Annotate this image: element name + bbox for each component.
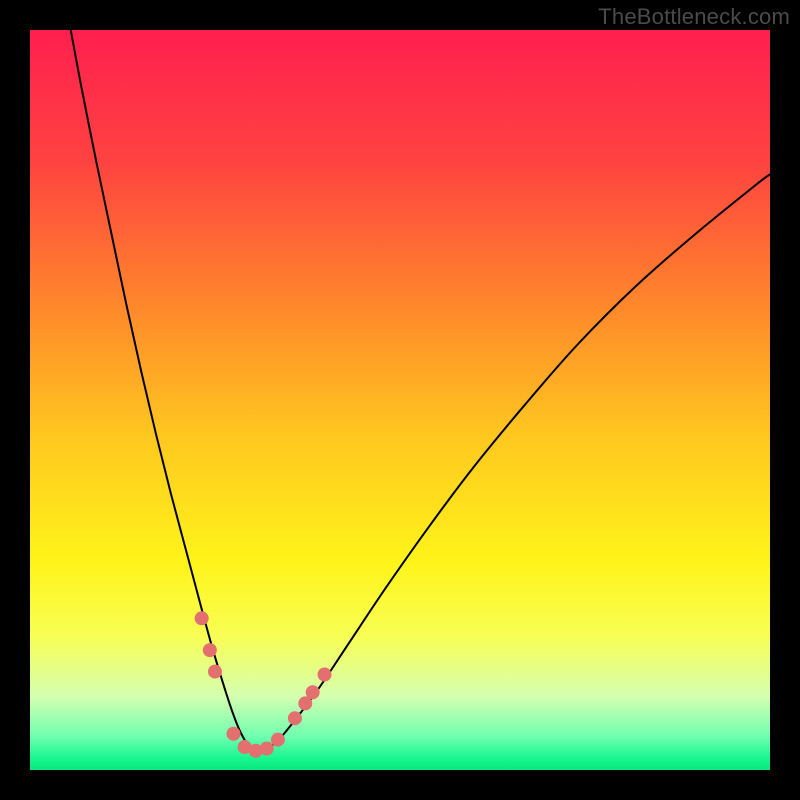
highlight-point (260, 742, 274, 756)
highlight-point (208, 665, 222, 679)
chart-frame: TheBottleneck.com (0, 0, 800, 800)
highlight-point (271, 733, 285, 747)
highlight-point (195, 611, 209, 625)
highlight-point (227, 727, 241, 741)
highlight-point (306, 685, 320, 699)
highlight-point (318, 668, 332, 682)
highlight-point (288, 711, 302, 725)
plot-area (30, 30, 770, 770)
highlight-point (203, 643, 217, 657)
watermark-text: TheBottleneck.com (598, 4, 790, 30)
chart-svg (30, 30, 770, 770)
gradient-background (30, 30, 770, 770)
